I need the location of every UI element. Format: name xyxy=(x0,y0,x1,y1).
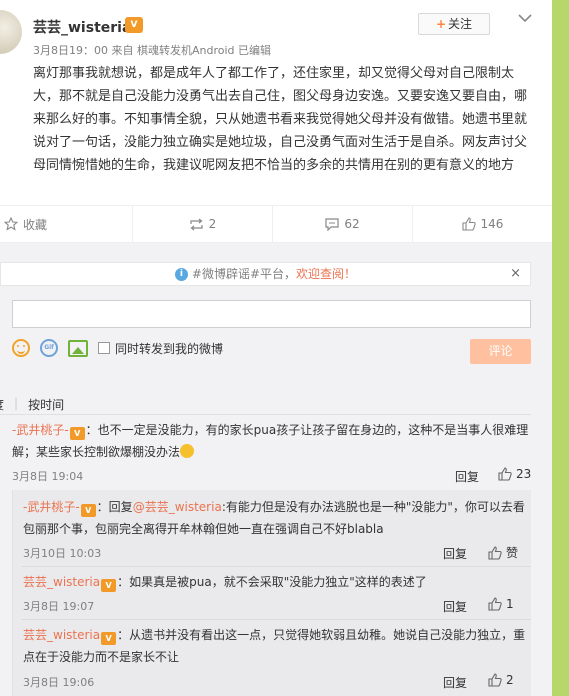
vip-badge-icon: V xyxy=(101,579,117,592)
vip-badge-icon: V xyxy=(101,632,117,645)
repost-count: 2 xyxy=(208,217,217,231)
thumbs-up-icon xyxy=(461,217,476,231)
reply-button[interactable]: 回复 xyxy=(443,674,467,691)
page-background-strip xyxy=(552,0,569,696)
commenter-name[interactable]: -武井桃子- xyxy=(12,423,69,437)
repost-icon xyxy=(189,218,203,230)
comment-count: 62 xyxy=(344,217,360,231)
reply-item: 芸芸_wisteria V ：如果真是被pua，就不会采取"没能力独立"这样的表述了 xyxy=(23,571,528,593)
action-bar: 收藏 2 62 146 xyxy=(0,205,552,243)
reply-date: 3月8日 19:07 xyxy=(23,600,95,613)
follow-button[interactable]: + 关注 xyxy=(418,13,490,35)
follow-label: 关注 xyxy=(448,17,473,31)
reply-item: 芸芸_wisteria V ：从遗书并没有看出这一点，只觉得她软弱且幼稚。她说自己没… xyxy=(23,624,528,668)
emoji-icon[interactable] xyxy=(12,339,30,357)
vip-badge-icon: V xyxy=(125,17,143,33)
like-button[interactable]: 146 xyxy=(413,206,552,242)
reply-item: -武井桃子- V ：回复@芸芸_wisteria:有能力但是没有办法逃脱也是一种"没… xyxy=(23,496,528,540)
comment-icon xyxy=(325,217,339,231)
reply-author-name[interactable]: 芸芸_wisteria xyxy=(23,575,100,589)
comment-like-button[interactable]: 23 xyxy=(498,467,531,481)
favorite-button[interactable]: 收藏 xyxy=(0,206,133,242)
post-meta: 3月8日19：00 来自 棋魂转发机Android 已编辑 xyxy=(33,44,272,57)
comment-button[interactable]: 62 xyxy=(273,206,413,242)
submit-comment-button[interactable]: 评论 xyxy=(470,339,531,364)
reply-button[interactable]: 回复 xyxy=(443,598,467,615)
reply-author-name[interactable]: 芸芸_wisteria xyxy=(23,628,100,642)
reply-date: 3月8日 19:06 xyxy=(23,676,95,689)
reply-like-count: 1 xyxy=(506,597,514,611)
close-icon[interactable]: × xyxy=(510,263,521,285)
sort-tab-time[interactable]: 按时间 xyxy=(28,396,64,413)
reply-like-button[interactable]: 2 xyxy=(488,673,514,687)
reply-button[interactable]: 回复 xyxy=(443,545,467,562)
comment-input[interactable] xyxy=(12,300,531,328)
star-icon xyxy=(4,217,18,231)
divider xyxy=(21,619,531,620)
weibo-post-card: 芸芸_wisteria V + 关注 3月8日19：00 来自 棋魂转发机Andr… xyxy=(0,0,552,696)
plus-icon: + xyxy=(435,17,447,31)
thumbs-up-icon xyxy=(488,597,502,611)
thumbs-up-icon xyxy=(488,545,502,560)
composer-toolbar: Gif 同时转发到我的微博 xyxy=(12,338,223,358)
vip-badge-icon: V xyxy=(80,504,96,517)
repost-checkbox[interactable] xyxy=(98,342,110,354)
sort-tabs: 度 | 按时间 xyxy=(0,396,64,413)
like-count: 146 xyxy=(480,217,504,231)
favorite-label: 收藏 xyxy=(23,217,48,232)
vip-badge-icon: V xyxy=(69,427,85,440)
reply-like-button[interactable]: 1 xyxy=(488,597,514,611)
thumbs-up-icon xyxy=(488,673,502,687)
reply-text: ：如果真是被pua，就不会采取"没能力独立"这样的表述了 xyxy=(117,575,427,589)
divider xyxy=(21,566,531,567)
sort-tab-hot[interactable]: 度 xyxy=(0,396,4,413)
comment-date: 3月8日 19:04 xyxy=(12,470,84,483)
notice-link[interactable]: 欢迎查阅！ xyxy=(296,267,356,281)
post-body: 离灯那事我就想说，都是成年人了都工作了，还住家里，却又觉得父母对自己限制太大，那… xyxy=(33,66,528,173)
mention-link[interactable]: @芸芸_wisteria xyxy=(133,500,222,514)
repost-checkbox-label: 同时转发到我的微博 xyxy=(115,341,224,356)
divider xyxy=(0,414,531,415)
reply-button[interactable]: 回复 xyxy=(455,468,479,485)
sweat-smile-emoji-icon xyxy=(180,444,195,458)
notice-text: #微博辟谣#平台， xyxy=(191,267,297,281)
reply-like-count: 赞 xyxy=(506,546,519,560)
comment-like-count: 23 xyxy=(516,467,532,481)
sort-separator: | xyxy=(14,396,19,410)
reply-like-button[interactable]: 赞 xyxy=(488,544,518,561)
thumbs-up-icon xyxy=(498,467,512,481)
repost-button[interactable]: 2 xyxy=(133,206,273,242)
avatar[interactable] xyxy=(0,10,22,54)
comment-text: ：也不一定是没能力，有的家长pua孩子让孩子留在身边的，这种不是当事人很难理解；… xyxy=(12,423,529,459)
comment-item: -武井桃子- V ：也不一定是没能力，有的家长pua孩子让孩子留在身边的，这种不是当… xyxy=(12,419,531,463)
image-icon[interactable] xyxy=(68,339,88,357)
reply-author-name[interactable]: -武井桃子- xyxy=(23,500,80,514)
post-username[interactable]: 芸芸_wisteria xyxy=(33,17,131,37)
rumor-notice: i #微博辟谣#平台，欢迎查阅！ × xyxy=(0,262,531,286)
reply-prefix: ：回复 xyxy=(96,500,133,514)
reply-date: 3月10日 10:03 xyxy=(23,547,102,560)
gif-icon[interactable]: Gif xyxy=(40,339,58,357)
reply-like-count: 2 xyxy=(506,673,514,687)
chevron-down-icon[interactable] xyxy=(517,12,533,24)
info-icon: i xyxy=(174,268,188,281)
